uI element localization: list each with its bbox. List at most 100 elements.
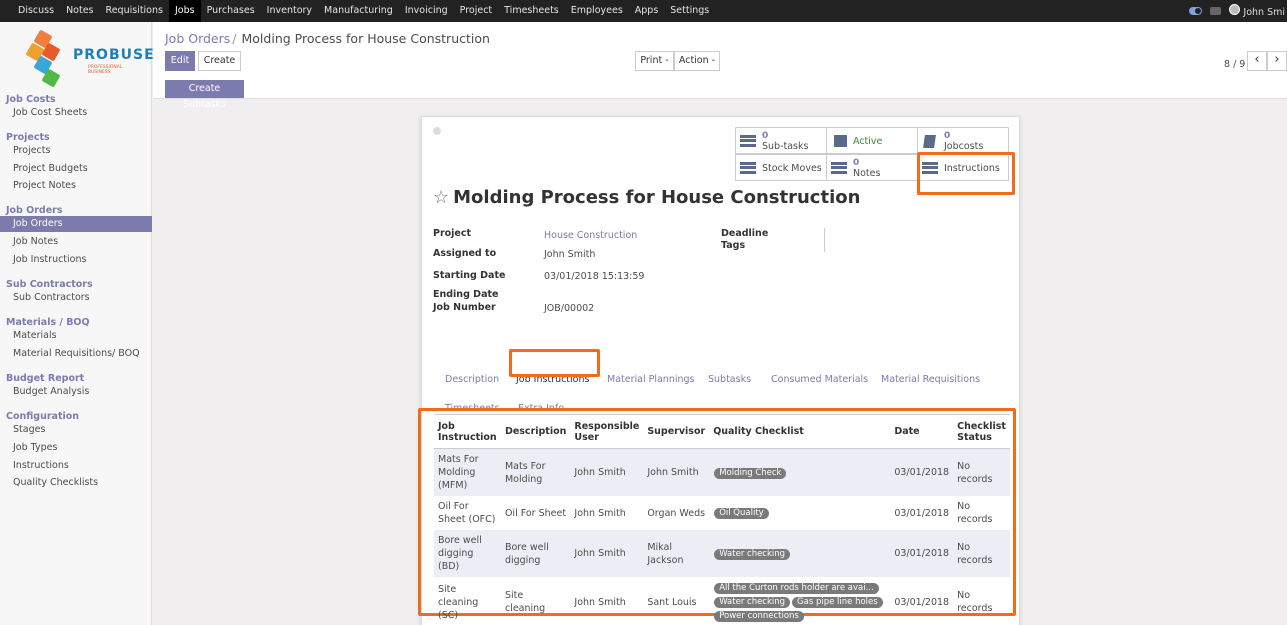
table-row[interactable]: Mats For Molding (MFM) Mats For Molding Jo… (434, 448, 1010, 496)
cell-instruction: Mats For Molding (MFM) (434, 448, 501, 496)
sidebar-section-sub-contractors: Sub Contractors (6, 279, 93, 290)
cell-date: 03/01/2018 (890, 530, 954, 577)
topnav-item-manufacturing[interactable]: Manufacturing (318, 0, 399, 22)
sidebar-item-budget-analysis[interactable]: Budget Analysis (0, 384, 152, 400)
sidebar-item-instructions[interactable]: Instructions (0, 458, 152, 474)
breadcrumb-current: Molding Process for House Construction (241, 31, 490, 46)
topnav-item-notes[interactable]: Notes (60, 0, 99, 22)
edit-button[interactable]: Edit (165, 51, 195, 71)
pager-next-button[interactable]: › (1267, 51, 1287, 71)
sidebar-item-projects[interactable]: Projects (0, 143, 152, 159)
tab-subtasks[interactable]: Subtasks (708, 374, 751, 385)
ending-date-label: Ending Date (433, 289, 499, 300)
column-header-checklist-status[interactable]: Checklist Status (953, 414, 1010, 449)
active-smart-button[interactable]: Active (826, 127, 918, 154)
sidebar-item-materials[interactable]: Materials (0, 328, 152, 344)
cell-user: John Smith (570, 448, 644, 496)
sidebar-item-material-requisitions-boq[interactable]: Material Requisitions/ BOQ (0, 346, 152, 362)
logo-name: PROBUSE (73, 47, 155, 63)
subtasks-label: Sub-tasks (762, 141, 809, 152)
column-header-responsible-user[interactable]: Responsible User (570, 414, 644, 449)
form-sheet: 0 Sub-tasks Active 0 Jobcosts Stock Move… (418, 116, 1020, 625)
starting-date-label: Starting Date (433, 270, 506, 281)
column-header-date[interactable]: Date (890, 414, 954, 449)
column-header-description[interactable]: Description (500, 414, 571, 449)
column-header-supervisor[interactable]: Supervisor (643, 414, 710, 449)
notes-count: 0 (853, 158, 860, 168)
notes-smart-button[interactable]: 0 Notes (826, 154, 918, 181)
cell-quality-checklist: Oil Quality (709, 496, 890, 530)
checklist-tag: Power connections (714, 611, 804, 622)
cell-supervisor: John Smith (643, 448, 710, 496)
cell-description: Bore well digging (500, 530, 571, 577)
print-button[interactable]: Print - (635, 51, 674, 71)
cell-date: 03/01/2018 (890, 448, 954, 496)
project-field[interactable]: House Construction (544, 230, 637, 241)
subtasks-smart-button[interactable]: 0 Sub-tasks (735, 127, 827, 154)
cell-instruction: Oil For Sheet (OFC) (438, 501, 496, 525)
cell-quality-checklist: All the Curton rods holder are avai... Wa… (709, 577, 890, 625)
cell-user: John Smith (570, 530, 644, 577)
sidebar-item-stages[interactable]: Stages (0, 422, 152, 438)
tab-material-plannings[interactable]: Material Plannings (607, 374, 695, 385)
sidebar-item-project-budgets[interactable]: Project Budgets (0, 161, 152, 177)
topnav-item-project[interactable]: Project (454, 0, 499, 22)
topnav-item-invoicing[interactable]: Invoicing (399, 0, 454, 22)
column-header-job-instruction[interactable]: Job Instruction (434, 414, 501, 449)
cell-supervisor: Organ Weds (647, 507, 706, 519)
sidebar-item-job-notes[interactable]: Job Notes (0, 234, 152, 250)
jobcosts-smart-button[interactable]: 0 Jobcosts (917, 127, 1009, 154)
topnav-item-jobs[interactable]: Jobs (168, 0, 201, 22)
sidebar-item-job-orders[interactable]: Job Orders (0, 216, 152, 232)
topnav-item-timesheets[interactable]: Timesheets (498, 0, 565, 22)
jobcosts-count: 0 (944, 131, 951, 141)
job-number-label: Job Number (433, 302, 496, 313)
sidebar-item-job-types[interactable]: Job Types (0, 440, 152, 456)
deadline-label: Deadline (721, 228, 769, 239)
star-icon[interactable]: ☆ (433, 187, 449, 208)
chat-icon[interactable] (1210, 7, 1222, 15)
sidebar-item-job-cost-sheets[interactable]: Job Cost Sheets (0, 105, 152, 121)
checklist-tag: Oil Quality (714, 508, 769, 519)
cell-description: Mats For Molding (500, 448, 571, 496)
cell-description: Site cleaning (504, 590, 546, 614)
table-row[interactable]: Oil For Sheet (OFC) Oil For Sheet John Smi… (434, 496, 1010, 530)
topnav-item-inventory[interactable]: Inventory (261, 0, 318, 22)
topnav-item-settings[interactable]: Settings (664, 0, 715, 22)
tab-description[interactable]: Description (445, 374, 499, 385)
tab-material-requisitions[interactable]: Material Requisitions (881, 374, 980, 385)
cell-user: John Smith (574, 596, 626, 608)
sidebar-item-project-notes[interactable]: Project Notes (0, 178, 152, 194)
topnav-item-apps[interactable]: Apps (629, 0, 665, 22)
active-label: Active (853, 136, 883, 147)
create-button[interactable]: Create (198, 51, 241, 71)
topnav-item-employees[interactable]: Employees (565, 0, 629, 22)
status-dot (433, 127, 441, 135)
sidebar-item-sub-contractors[interactable]: Sub Contractors (0, 290, 152, 306)
company-logo: PROBUSE PROFESSIONAL BUSINESS (25, 29, 154, 88)
tab-consumed-materials[interactable]: Consumed Materials (771, 374, 868, 385)
topnav-item-purchases[interactable]: Purchases (201, 0, 261, 22)
topnav-item-requisitions[interactable]: Requisitions (100, 0, 169, 22)
table-row[interactable]: Site cleaning (SC) Site cleaning John Smit… (434, 577, 1010, 625)
stock-moves-smart-button[interactable]: Stock Moves (735, 154, 827, 181)
cell-date: 03/01/2018 (894, 596, 950, 608)
table-row[interactable]: Bore well digging (BD) Bore well digging J… (434, 530, 1010, 577)
column-header-quality-checklist[interactable]: Quality Checklist (709, 414, 891, 449)
pager-previous-button[interactable]: ‹ (1247, 51, 1267, 71)
topnav-item-discuss[interactable]: Discuss (12, 0, 60, 22)
sidebar-item-job-instructions[interactable]: Job Instructions (0, 252, 152, 268)
archive-icon (834, 135, 847, 147)
sidebar-item-quality-checklists[interactable]: Quality Checklists (0, 475, 152, 491)
toggle-icon[interactable] (1189, 7, 1203, 15)
breadcrumb-parent[interactable]: Job Orders (165, 31, 230, 46)
create-subtasks-button[interactable]: Create Subtasks (165, 80, 244, 110)
checklist-tag: Water checking (714, 548, 791, 560)
control-panel: Job Orders / Molding Process for House Con… (153, 22, 1287, 110)
notes-icon (831, 162, 847, 174)
sidebar-section-materials-boq: Materials / BOQ (6, 317, 90, 328)
user-name: John Smi (1243, 7, 1285, 18)
action-button[interactable]: Action - (674, 51, 720, 71)
user-menu[interactable]: John Smi (1229, 4, 1285, 18)
cell-date: 03/01/2018 (894, 507, 950, 519)
